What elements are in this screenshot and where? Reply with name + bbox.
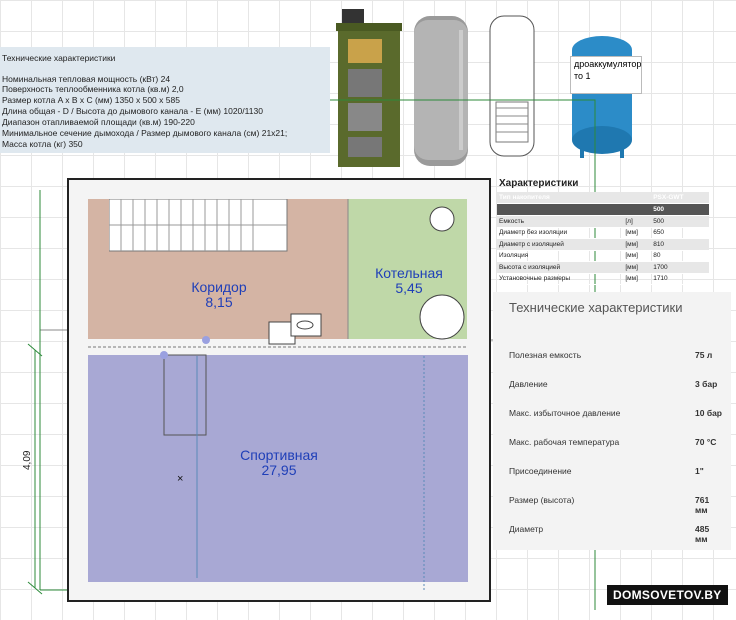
spec-row: Присоединение 1" (509, 466, 704, 476)
room-label-sport: Спортивная 27,95 (240, 447, 318, 478)
site-watermark: DOMSOVETOV.BY (607, 585, 728, 605)
spec-row: Размер (высота) 761 мм (509, 495, 710, 515)
spec-row: Полезная емкость 75 л (509, 350, 713, 360)
plan-walls: × (88, 199, 468, 590)
room-label-boiler: Котельная 5,45 (375, 265, 443, 296)
spec-row: Давление 3 бар (509, 379, 718, 389)
floor-plan: × Коридор 8,15 Котельная 5,45 Спортивная… (67, 178, 491, 602)
accumulator-specs-panel: Технические характеристики Полезная емко… (493, 292, 731, 550)
characteristics-title: Характеристики (499, 178, 579, 189)
spec-row: Макс. рабочая температура 70 °C (509, 437, 717, 447)
spec-row: Макс. избыточное давление 10 бар (509, 408, 722, 418)
spec-row: Диаметр 485 мм (509, 524, 710, 544)
svg-text:×: × (177, 473, 183, 485)
characteristics-table: Тип накопителя PSX-GWT 500 Емкость [л] 500 … (497, 192, 709, 285)
room-label-corridor: Коридор 8,15 (191, 279, 247, 310)
accumulator-specs-title: Технические характеристики (509, 300, 683, 315)
dimension-value: 4,09 (22, 450, 33, 470)
dimension-line (27, 343, 43, 595)
